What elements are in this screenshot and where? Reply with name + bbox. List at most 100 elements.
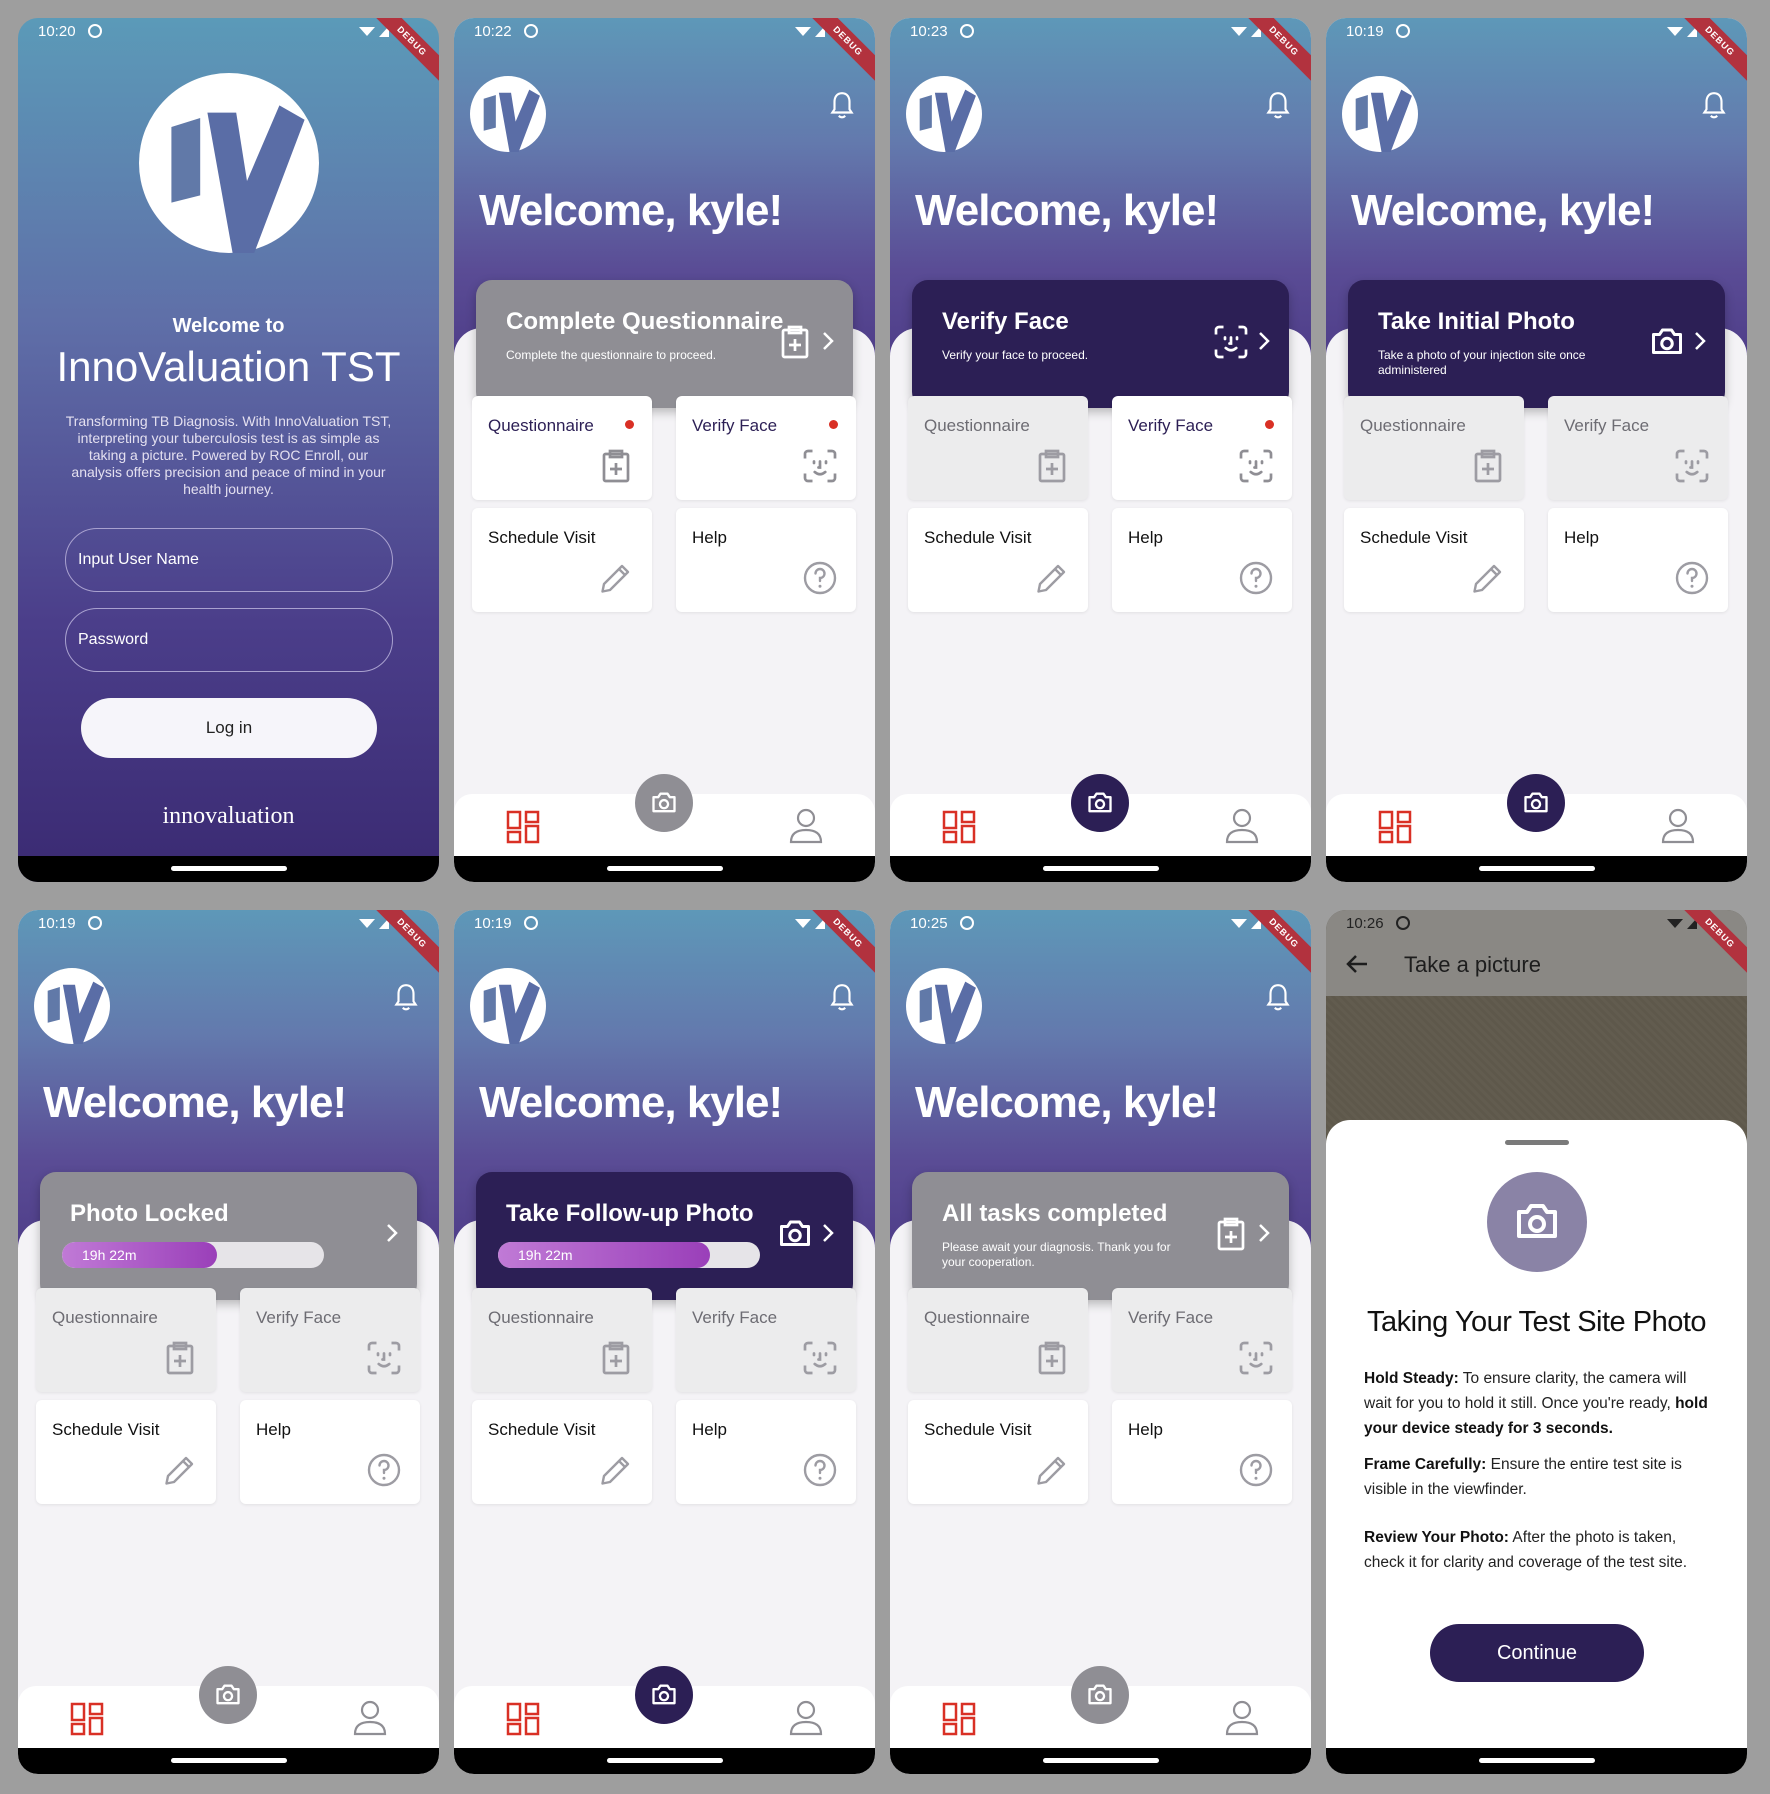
- login-button[interactable]: Log in: [81, 698, 377, 758]
- user-icon[interactable]: [1225, 1700, 1259, 1736]
- tile-help[interactable]: Help: [676, 1400, 856, 1504]
- user-icon[interactable]: [353, 1700, 387, 1736]
- camera-fab-button[interactable]: [1507, 774, 1565, 832]
- hero-title: All tasks completed: [942, 1200, 1168, 1227]
- home-indicator[interactable]: [170, 1758, 287, 1763]
- tile-help[interactable]: Help: [676, 508, 856, 612]
- hero-subtitle: Take a photo of your injection site once…: [1378, 348, 1586, 377]
- dashboard-icon[interactable]: [942, 1702, 976, 1736]
- tile-icon: [1470, 560, 1506, 598]
- chevron-right-icon: [387, 1224, 398, 1242]
- bell-icon[interactable]: [1265, 90, 1291, 120]
- status-bar: 10:20: [18, 18, 439, 46]
- tile-verify-face[interactable]: Verify Face: [1112, 396, 1292, 500]
- sync-icon: [524, 24, 538, 38]
- dashboard-icon[interactable]: [506, 1702, 540, 1736]
- tile-help[interactable]: Help: [1112, 1400, 1292, 1504]
- tile-verify-face[interactable]: Verify Face: [1112, 1288, 1292, 1392]
- continue-button[interactable]: Continue: [1430, 1624, 1644, 1682]
- app-description: Transforming TB Diagnosis. With InnoValu…: [65, 413, 392, 497]
- tile-schedule-visit[interactable]: Schedule Visit: [36, 1400, 216, 1504]
- tile-icon: [366, 1452, 402, 1490]
- tile-help[interactable]: Help: [1112, 508, 1292, 612]
- bell-icon[interactable]: [829, 90, 855, 120]
- camera-fab-button[interactable]: [1071, 774, 1129, 832]
- help-circle-icon: [1239, 561, 1273, 595]
- primary-task-card[interactable]: Take Initial Photo Take a photo of your i…: [1348, 280, 1725, 408]
- home-indicator[interactable]: [1478, 1758, 1595, 1763]
- tile-label: Schedule Visit: [488, 1420, 596, 1439]
- primary-task-card[interactable]: Verify Face Verify your face to proceed.: [912, 280, 1289, 408]
- home-indicator[interactable]: [606, 1758, 723, 1763]
- tile-schedule-visit[interactable]: Schedule Visit: [1344, 508, 1524, 612]
- dashboard-icon[interactable]: [506, 810, 540, 844]
- user-icon[interactable]: [789, 808, 823, 844]
- dashboard-screen: 10:19 DEBUG Welcome, kyle! Take Initial …: [1326, 18, 1747, 882]
- tile-schedule-visit[interactable]: Schedule Visit: [908, 508, 1088, 612]
- password-input[interactable]: Password: [65, 608, 393, 672]
- tile-verify-face[interactable]: Verify Face: [676, 1288, 856, 1392]
- status-bar: 10:23: [890, 18, 1311, 46]
- home-indicator[interactable]: [170, 866, 287, 871]
- tile-questionnaire[interactable]: Questionnaire: [908, 396, 1088, 500]
- primary-task-card[interactable]: Take Follow-up Photo 19h 22m: [476, 1172, 853, 1300]
- camera-fab-button[interactable]: [635, 1666, 693, 1724]
- dashboard-icon[interactable]: [942, 810, 976, 844]
- tile-icon: [802, 1340, 838, 1378]
- tile-help[interactable]: Help: [1548, 508, 1728, 612]
- camera-fab-button[interactable]: [635, 774, 693, 832]
- help-circle-icon: [803, 561, 837, 595]
- tile-verify-face[interactable]: Verify Face: [240, 1288, 420, 1392]
- hero-title: Photo Locked: [70, 1200, 229, 1227]
- user-icon[interactable]: [789, 1700, 823, 1736]
- dashboard-icon[interactable]: [70, 1702, 104, 1736]
- status-time: 10:19: [1346, 23, 1384, 40]
- tile-questionnaire[interactable]: Questionnaire: [472, 1288, 652, 1392]
- system-nav-bar: [890, 1748, 1311, 1774]
- camera-icon: [216, 1684, 240, 1705]
- back-arrow-icon[interactable]: [1346, 954, 1368, 974]
- tile-verify-face[interactable]: Verify Face: [1548, 396, 1728, 500]
- dashboard-screen: 10:25 DEBUG Welcome, kyle! All tasks com…: [890, 910, 1311, 1774]
- primary-task-card[interactable]: Complete Questionnaire Complete the quest…: [476, 280, 853, 408]
- user-icon[interactable]: [1225, 808, 1259, 844]
- chevron-right-icon: [1259, 332, 1270, 350]
- tile-schedule-visit[interactable]: Schedule Visit: [472, 508, 652, 612]
- clipboard-plus-icon: [1038, 1341, 1066, 1375]
- pencil-icon: [601, 564, 630, 593]
- primary-task-card[interactable]: All tasks completed Please await your dia…: [912, 1172, 1289, 1300]
- tile-questionnaire[interactable]: Questionnaire: [472, 396, 652, 500]
- home-indicator[interactable]: [1042, 1758, 1159, 1763]
- bell-icon[interactable]: [1701, 90, 1727, 120]
- tile-icon: [802, 448, 838, 486]
- home-indicator[interactable]: [1042, 866, 1159, 871]
- tile-schedule-visit[interactable]: Schedule Visit: [472, 1400, 652, 1504]
- dashboard-icon[interactable]: [1378, 810, 1412, 844]
- username-input[interactable]: Input User Name: [65, 528, 393, 592]
- bell-icon[interactable]: [1265, 982, 1291, 1012]
- sync-icon: [960, 916, 974, 930]
- home-indicator[interactable]: [1478, 866, 1595, 871]
- system-nav-bar: [1326, 856, 1747, 882]
- tile-questionnaire[interactable]: Questionnaire: [1344, 396, 1524, 500]
- tile-help[interactable]: Help: [240, 1400, 420, 1504]
- frame-carefully-label: Frame Carefully:: [1364, 1456, 1487, 1473]
- tile-questionnaire[interactable]: Questionnaire: [36, 1288, 216, 1392]
- countdown-fill: 19h 22m: [62, 1242, 217, 1268]
- primary-task-card[interactable]: Photo Locked 19h 22m: [40, 1172, 417, 1300]
- tile-label: Questionnaire: [924, 1308, 1030, 1327]
- bell-icon[interactable]: [393, 982, 419, 1012]
- camera-fab-button[interactable]: [1071, 1666, 1129, 1724]
- tile-verify-face[interactable]: Verify Face: [676, 396, 856, 500]
- tile-label: Schedule Visit: [924, 1420, 1032, 1439]
- home-indicator[interactable]: [606, 866, 723, 871]
- tile-schedule-visit[interactable]: Schedule Visit: [908, 1400, 1088, 1504]
- camera-fab-button[interactable]: [199, 1666, 257, 1724]
- user-icon[interactable]: [1661, 808, 1695, 844]
- clipboard-plus-icon: [1217, 1217, 1245, 1251]
- sheet-handle[interactable]: [1504, 1140, 1569, 1145]
- tile-questionnaire[interactable]: Questionnaire: [908, 1288, 1088, 1392]
- status-time: 10:23: [910, 23, 948, 40]
- status-bar: 10:22: [454, 18, 875, 46]
- bell-icon[interactable]: [829, 982, 855, 1012]
